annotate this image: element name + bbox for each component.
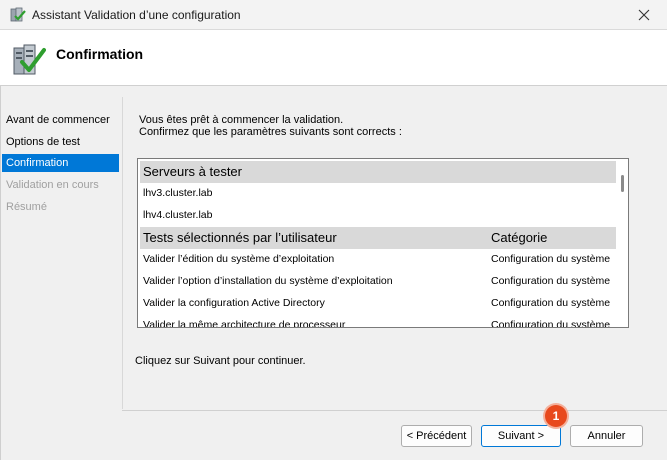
wizard-steps-nav: Avant de commencer Options de test Confi…	[0, 97, 122, 417]
test-name: Valider la configuration Active Director…	[143, 297, 325, 309]
server-check-icon	[10, 7, 26, 23]
page-title: Confirmation	[56, 46, 144, 62]
tests-column-header: Tests sélectionnés par l’utilisateur	[143, 230, 337, 245]
test-row: Valider la configuration Active Director…	[140, 292, 628, 314]
title-bar: Assistant Validation d’une configuration	[0, 0, 667, 30]
test-category: Configuration du système	[491, 297, 611, 309]
close-icon	[638, 9, 650, 21]
intro-line-2: Confirmez que les paramètres suivants so…	[139, 126, 402, 138]
wizard-header: Confirmation	[0, 30, 667, 86]
test-category: Configuration du système	[491, 253, 611, 265]
continue-hint: Cliquez sur Suivant pour continuer.	[135, 355, 306, 367]
test-row: Valider l’option d’installation du systè…	[140, 270, 628, 292]
vertical-scrollbar[interactable]	[616, 159, 628, 327]
annotation-badge: 1	[545, 405, 567, 427]
intro-text: Vous êtes prêt à commencer la validation…	[139, 114, 402, 138]
sidebar-item-avant-de-commencer[interactable]: Avant de commencer	[2, 111, 119, 129]
previous-button[interactable]: < Précédent	[401, 425, 472, 447]
server-row: lhv3.cluster.lab	[143, 187, 213, 199]
server-row: lhv4.cluster.lab	[143, 209, 213, 221]
test-category: Configuration du système	[491, 319, 611, 328]
sidebar-item-resume: Résumé	[6, 201, 47, 213]
scrollbar-thumb[interactable]	[621, 175, 624, 192]
server-validation-icon	[12, 42, 46, 78]
close-button[interactable]	[621, 0, 667, 30]
cancel-button[interactable]: Annuler	[570, 425, 643, 447]
next-button[interactable]: Suivant >	[481, 425, 561, 447]
footer-separator	[122, 410, 667, 411]
test-category: Configuration du système	[491, 275, 611, 287]
test-name: Valider l’édition du système d’exploitat…	[143, 253, 335, 265]
window-title: Assistant Validation d’une configuration	[32, 8, 241, 22]
servers-section-header: Serveurs à tester	[140, 161, 628, 183]
main-content: Vous êtes prêt à commencer la validation…	[122, 97, 667, 409]
test-name: Valider la même architecture de processe…	[143, 319, 346, 328]
test-name: Valider l’option d’installation du systè…	[143, 275, 393, 287]
test-row: Valider la même architecture de processe…	[140, 314, 628, 328]
sidebar-item-options-de-test[interactable]: Options de test	[2, 133, 119, 151]
test-row: Valider l’édition du système d’exploitat…	[140, 248, 628, 270]
sidebar-item-confirmation[interactable]: Confirmation	[2, 154, 119, 172]
tests-section-header: Tests sélectionnés par l’utilisateur Cat…	[140, 227, 628, 249]
sidebar-item-validation-en-cours: Validation en cours	[6, 179, 99, 191]
category-column-header: Catégorie	[491, 230, 548, 245]
confirmation-list[interactable]: Serveurs à tester lhv3.cluster.lab lhv4.…	[137, 158, 629, 328]
intro-line-1: Vous êtes prêt à commencer la validation…	[139, 114, 344, 126]
